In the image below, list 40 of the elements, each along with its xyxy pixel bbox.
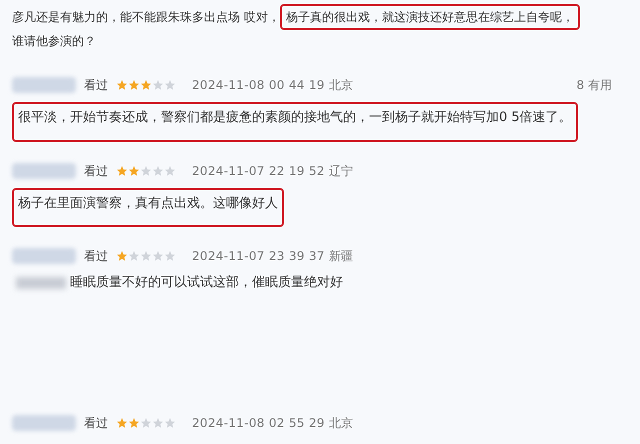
blurred-username (16, 276, 66, 289)
star-icon (116, 164, 128, 176)
star-icon (152, 417, 164, 429)
star-icon (140, 417, 152, 429)
star-icon (164, 164, 176, 176)
watched-status: 看过 (84, 248, 108, 265)
star-icon (116, 79, 128, 91)
watched-status: 看过 (84, 77, 108, 94)
comment-text: 很平淡，开始节奏还成，警察们都是疲惫的素颜的接地气的，一到杨子就开始特写加0 5倍速了。 (18, 109, 572, 127)
star-icon (152, 79, 164, 91)
comment-time: 2024-11-07 23 39 37 新疆 (192, 248, 354, 265)
star-icon (140, 79, 152, 91)
blurred-username (12, 162, 76, 178)
star-icon (140, 164, 152, 176)
comment-time: 2024-11-08 02 55 29 北京 (192, 415, 354, 432)
star-icon (128, 79, 140, 91)
star-icon (164, 79, 176, 91)
star-icon (140, 250, 152, 262)
star-icon (116, 250, 128, 262)
comment-time: 2024-11-07 22 19 52 辽宁 (192, 162, 354, 180)
star-icon (128, 164, 140, 176)
star-icon (128, 250, 140, 262)
comment-time: 2024-11-08 00 44 19 北京 (192, 77, 354, 94)
comment-text: 彦凡还是有魅力的，能不能跟朱珠多出点场 哎对， (11, 9, 280, 26)
star-icon (164, 417, 176, 429)
blurred-username (12, 77, 76, 93)
comment-text: 杨子真的很出戏，就这演技还好意思在综艺上自夸呢， (280, 4, 580, 30)
star-icon (164, 250, 176, 262)
comment-text: 杨子在里面演警察，真有点出戏。这哪像好人 (18, 194, 278, 212)
comment-text: 谁请他参演的？ (11, 33, 97, 50)
blurred-username (12, 248, 76, 264)
watched-status: 看过 (84, 415, 108, 432)
star-icon (116, 417, 128, 429)
comment-text: 睡眠质量不好的可以试试这部，催眠质量绝对好 (70, 274, 343, 292)
star-icon (128, 417, 140, 429)
star-icon (152, 164, 164, 176)
blurred-username (12, 415, 76, 431)
watched-status: 看过 (84, 162, 108, 180)
star-icon (152, 250, 164, 262)
useful-count[interactable]: 8 有用 (576, 76, 612, 94)
